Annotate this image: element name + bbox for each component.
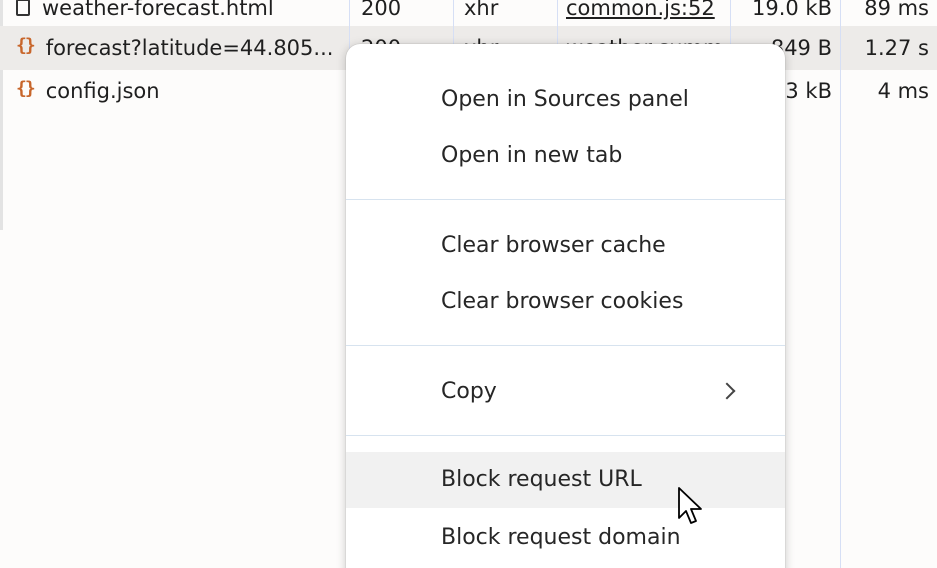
request-name: weather-forecast.html bbox=[42, 0, 274, 20]
menu-item-block-request-domain[interactable]: Block request domain bbox=[346, 510, 785, 566]
initiator-link[interactable]: common.js:52 bbox=[566, 0, 715, 20]
document-icon bbox=[16, 0, 30, 16]
mouse-cursor-icon bbox=[678, 487, 702, 524]
chevron-right-icon bbox=[718, 382, 736, 400]
context-menu: Open in Sources panel Open in new tab Cl… bbox=[346, 44, 785, 568]
menu-item-open-in-sources[interactable]: Open in Sources panel bbox=[346, 72, 785, 128]
request-name: config.json bbox=[45, 79, 160, 103]
menu-item-label: Block request domain bbox=[441, 525, 681, 550]
menu-item-clear-cookies[interactable]: Clear browser cookies bbox=[346, 274, 785, 330]
menu-item-block-request-url[interactable]: Block request URL bbox=[346, 452, 785, 508]
menu-item-label: Copy bbox=[441, 379, 497, 404]
menu-item-clear-cache[interactable]: Clear browser cache bbox=[346, 218, 785, 274]
menu-item-label: Clear browser cache bbox=[441, 233, 666, 258]
menu-item-label: Open in Sources panel bbox=[441, 87, 689, 112]
request-time: 4 ms bbox=[877, 79, 929, 103]
menu-separator bbox=[346, 435, 785, 436]
menu-item-label: Open in new tab bbox=[441, 143, 623, 168]
menu-item-label: Block request URL bbox=[441, 467, 642, 492]
request-name: forecast?latitude=44.805... bbox=[45, 36, 334, 60]
menu-item-copy[interactable]: Copy bbox=[346, 364, 785, 420]
menu-separator bbox=[346, 199, 785, 200]
menu-separator bbox=[346, 345, 785, 346]
devtools-network-panel: weather-forecast.html 200 xhr common.js:… bbox=[0, 0, 937, 568]
request-time: 1.27 s bbox=[864, 36, 929, 60]
request-name-cell[interactable]: {} config.json bbox=[16, 69, 346, 113]
request-name-cell[interactable]: {} forecast?latitude=44.805... bbox=[16, 26, 346, 70]
menu-item-label: Clear browser cookies bbox=[441, 289, 684, 314]
menu-item-open-in-new-tab[interactable]: Open in new tab bbox=[346, 128, 785, 184]
column-divider[interactable] bbox=[840, 0, 841, 568]
json-icon: {} bbox=[16, 78, 36, 99]
json-icon: {} bbox=[16, 35, 36, 56]
